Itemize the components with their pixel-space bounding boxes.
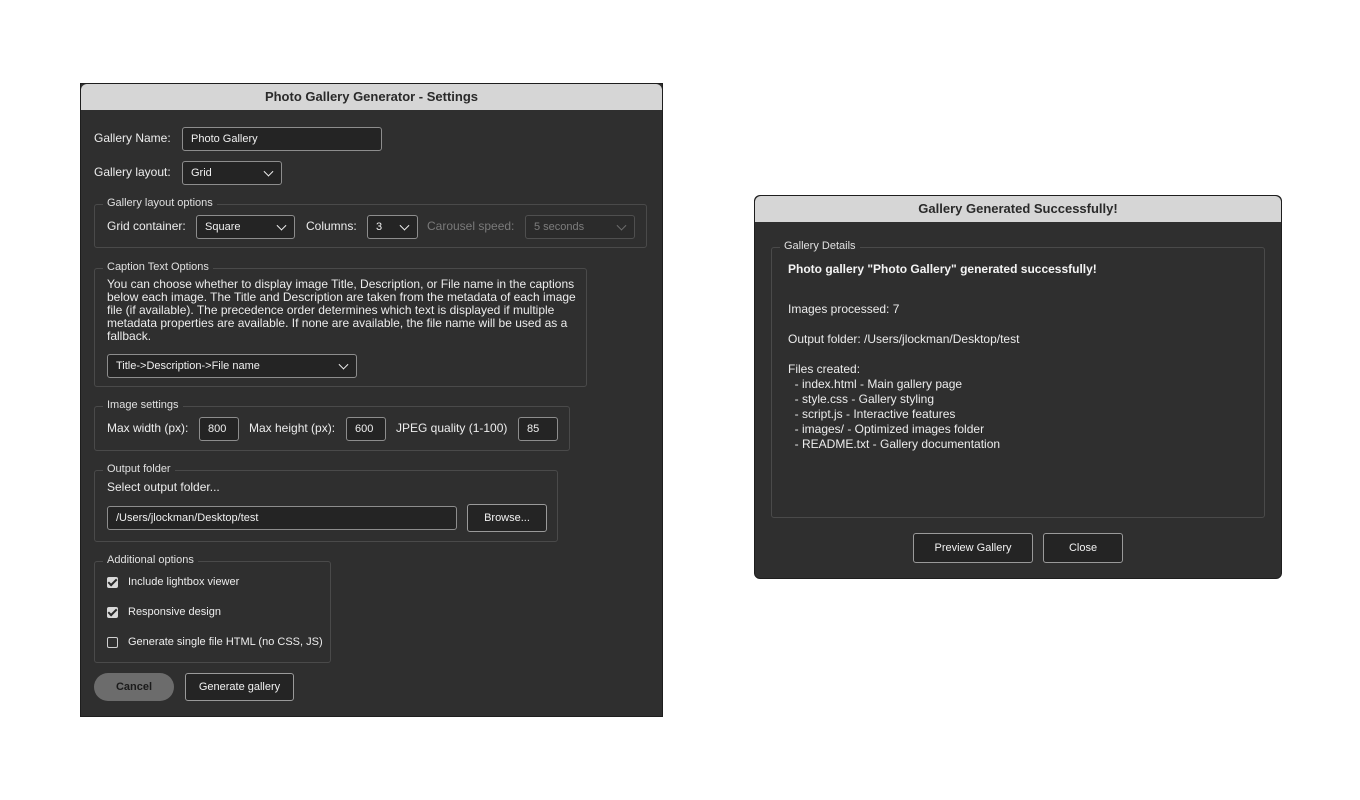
settings-dialog: Photo Gallery Generator - Settings Galle… <box>80 83 663 717</box>
gallery-name-input[interactable]: Photo Gallery <box>182 127 382 151</box>
images-processed-text: Images processed: 7 <box>788 302 900 316</box>
success-dialog: Gallery Generated Successfully! Gallery … <box>754 195 1282 579</box>
files-created-heading: Files created: <box>788 362 861 376</box>
caption-order-value: Title->Description->File name <box>116 360 260 372</box>
file-list-item: - README.txt - Gallery documentation <box>788 437 1001 451</box>
chevron-down-icon <box>263 166 274 177</box>
success-dialog-title: Gallery Generated Successfully! <box>755 196 1281 222</box>
max-height-input[interactable]: 600 <box>346 417 386 441</box>
caption-description: You can choose whether to display image … <box>107 277 576 343</box>
gallery-layout-value: Grid <box>191 167 212 179</box>
lightbox-option[interactable]: Include lightbox viewer <box>107 576 327 590</box>
chevron-down-icon <box>338 359 349 370</box>
image-settings-legend: Image settings <box>103 399 183 411</box>
columns-value: 3 <box>376 221 383 233</box>
layout-options-group: Gallery layout options Grid container: S… <box>94 197 647 248</box>
max-height-label: Max height (px): <box>249 421 336 435</box>
file-list-item: - images/ - Optimized images folder <box>788 422 985 436</box>
chevron-down-icon <box>399 220 410 231</box>
caption-options-group: Caption Text Options You can choose whet… <box>94 261 587 387</box>
gallery-details-legend: Gallery Details <box>780 240 860 252</box>
generate-gallery-button[interactable]: Generate gallery <box>185 673 294 701</box>
browse-button[interactable]: Browse... <box>467 504 547 532</box>
lightbox-label: Include lightbox viewer <box>128 576 240 588</box>
jpeg-quality-input[interactable]: 85 <box>518 417 558 441</box>
file-list-item: - index.html - Main gallery page <box>788 377 963 391</box>
caption-options-legend: Caption Text Options <box>103 261 213 273</box>
grid-container-label: Grid container: <box>107 219 186 233</box>
grid-container-select[interactable]: Square <box>196 215 295 239</box>
gallery-details-group: Gallery Details Photo gallery "Photo Gal… <box>771 240 1265 518</box>
output-folder-input[interactable]: /Users/jlockman/Desktop/test <box>107 506 457 530</box>
file-list-item: - script.js - Interactive features <box>788 407 956 421</box>
carousel-speed-label: Carousel speed: <box>427 219 515 233</box>
additional-options-legend: Additional options <box>103 554 198 566</box>
file-list-item: - style.css - Gallery styling <box>788 392 935 406</box>
gallery-layout-label: Gallery layout: <box>94 165 171 179</box>
output-folder-group: Output folder Select output folder... /U… <box>94 463 558 542</box>
jpeg-quality-label: JPEG quality (1-100) <box>396 421 508 435</box>
output-folder-legend: Output folder <box>103 463 175 475</box>
additional-options-group: Additional options Include lightbox view… <box>94 554 331 663</box>
single-file-checkbox[interactable] <box>107 637 118 648</box>
image-settings-group: Image settings Max width (px): 800 Max h… <box>94 399 570 451</box>
chevron-down-icon <box>276 220 287 231</box>
settings-dialog-title: Photo Gallery Generator - Settings <box>81 84 662 110</box>
chevron-down-icon <box>616 220 627 231</box>
single-file-option[interactable]: Generate single file HTML (no CSS, JS) <box>107 636 327 650</box>
columns-select[interactable]: 3 <box>367 215 418 239</box>
carousel-speed-select[interactable]: 5 seconds <box>525 215 635 239</box>
close-button[interactable]: Close <box>1043 533 1123 563</box>
max-width-label: Max width (px): <box>107 421 189 435</box>
single-file-label: Generate single file HTML (no CSS, JS) <box>128 636 323 648</box>
carousel-speed-value: 5 seconds <box>534 221 585 233</box>
layout-options-legend: Gallery layout options <box>103 197 217 209</box>
output-folder-text: Output folder: /Users/jlockman/Desktop/t… <box>788 332 1020 346</box>
preview-gallery-button[interactable]: Preview Gallery <box>913 533 1033 563</box>
gallery-name-label: Gallery Name: <box>94 131 171 145</box>
gallery-layout-select[interactable]: Grid <box>182 161 282 185</box>
caption-order-select[interactable]: Title->Description->File name <box>107 354 357 378</box>
max-width-input[interactable]: 800 <box>199 417 239 441</box>
responsive-label: Responsive design <box>128 606 221 618</box>
grid-container-value: Square <box>205 221 241 233</box>
lightbox-checkbox[interactable] <box>107 577 118 588</box>
output-folder-prompt: Select output folder... <box>107 480 220 494</box>
responsive-option[interactable]: Responsive design <box>107 606 327 620</box>
cancel-button[interactable]: Cancel <box>94 673 174 701</box>
columns-label: Columns: <box>306 219 357 233</box>
success-headline: Photo gallery "Photo Gallery" generated … <box>788 262 1097 276</box>
responsive-checkbox[interactable] <box>107 607 118 618</box>
